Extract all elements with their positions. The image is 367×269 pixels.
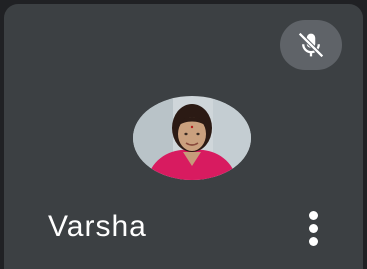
more-options-button[interactable] (296, 204, 330, 252)
more-vert-icon (308, 210, 318, 220)
participant-tile: Varsha (4, 4, 363, 269)
participant-avatar (133, 96, 251, 180)
mic-muted-indicator (280, 20, 342, 70)
mic-off-icon (298, 32, 324, 58)
participant-name: Varsha (48, 210, 147, 243)
